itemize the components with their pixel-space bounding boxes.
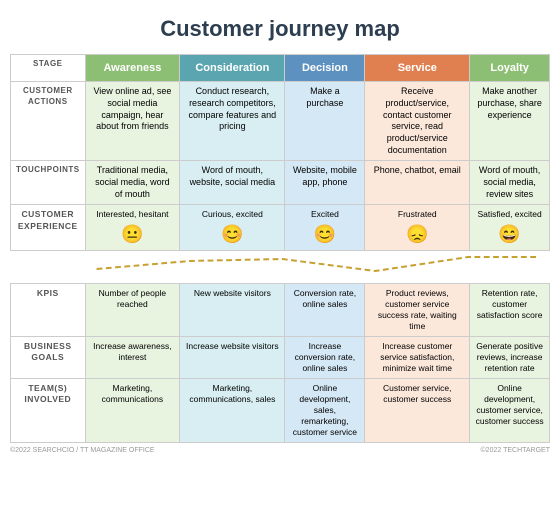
kpi-loyalty: Retention rate, customer satisfaction sc… xyxy=(470,283,550,336)
goal-decision: Increase conversion rate, online sales xyxy=(285,336,365,378)
journey-path-svg xyxy=(85,251,549,279)
touch-decision: Website, mobile app, phone xyxy=(285,161,365,205)
touch-service: Phone, chatbot, email xyxy=(365,161,470,205)
smile-neutral-icon: 😐 xyxy=(121,223,143,246)
teams-row: TEAM(S) INVOLVED Marketing, communicatio… xyxy=(11,378,550,442)
team-loyalty: Online development, customer service, cu… xyxy=(470,378,550,442)
page-container: Customer journey map STAGE Awareness Con… xyxy=(10,16,550,454)
actions-service: Receive product/service, contact custome… xyxy=(365,82,470,161)
actions-awareness: View online ad, see social media campaig… xyxy=(85,82,180,161)
exp-consideration-text: Curious, excited xyxy=(202,209,263,220)
stage-label-header: STAGE xyxy=(11,55,86,82)
actions-decision: Make a purchase xyxy=(285,82,365,161)
actions-loyalty: Make another purchase, share experience xyxy=(470,82,550,161)
exp-awareness: Interested, hesitant 😐 xyxy=(85,205,180,250)
goals-row: BUSINESS GOALS Increase awareness, inter… xyxy=(11,336,550,378)
touch-loyalty: Word of mouth, social media, review site… xyxy=(470,161,550,205)
team-service: Customer service, customer success xyxy=(365,378,470,442)
kpi-service: Product reviews, customer service succes… xyxy=(365,283,470,336)
journey-line-empty xyxy=(11,250,86,283)
goal-awareness: Increase awareness, interest xyxy=(85,336,180,378)
team-awareness: Marketing, communications xyxy=(85,378,180,442)
exp-consideration: Curious, excited 😊 xyxy=(180,205,285,250)
exp-loyalty-text: Satisfied, excited xyxy=(477,209,541,220)
experience-label: CUSTOMER EXPERIENCE xyxy=(11,205,86,250)
journey-line-row xyxy=(11,250,550,283)
teams-label: TEAM(S) INVOLVED xyxy=(11,378,86,442)
team-decision: Online development, sales, remarketing, … xyxy=(285,378,365,442)
touch-consideration: Word of mouth, website, social media xyxy=(180,161,285,205)
exp-service: Frustrated 😞 xyxy=(365,205,470,250)
exp-loyalty-content: Satisfied, excited 😄 xyxy=(475,209,544,245)
loyalty-header: Loyalty xyxy=(470,55,550,82)
exp-decision: Excited 😊 xyxy=(285,205,365,250)
journey-line-cell xyxy=(85,250,549,283)
consideration-header: Consideration xyxy=(180,55,285,82)
footer-right: ©2022 TECHTARGET xyxy=(481,447,550,454)
kpis-label: KPIS xyxy=(11,283,86,336)
page-title: Customer journey map xyxy=(10,16,550,42)
exp-decision-text: Excited xyxy=(311,209,339,220)
kpis-row: KPIS Number of people reached New websit… xyxy=(11,283,550,336)
exp-consideration-content: Curious, excited 😊 xyxy=(185,209,279,245)
service-header: Service xyxy=(365,55,470,82)
exp-service-text: Frustrated xyxy=(398,209,437,220)
goal-service: Increase customer service satisfaction, … xyxy=(365,336,470,378)
goal-consideration: Increase website visitors xyxy=(180,336,285,378)
table-wrapper: STAGE Awareness Consideration Decision S… xyxy=(10,54,550,443)
touch-awareness: Traditional media, social media, word of… xyxy=(85,161,180,205)
exp-service-content: Frustrated 😞 xyxy=(370,209,464,245)
smile-decision-icon: 😊 xyxy=(314,223,336,246)
team-consideration: Marketing, communications, sales xyxy=(180,378,285,442)
exp-loyalty: Satisfied, excited 😄 xyxy=(470,205,550,250)
smile-sad-icon: 😞 xyxy=(406,223,428,246)
exp-decision-content: Excited 😊 xyxy=(290,209,359,245)
touchpoints-label: TOUCHPOINTS xyxy=(11,161,86,205)
kpi-consideration: New website visitors xyxy=(180,283,285,336)
footer: ©2022 SEARCHCIO / TT MAGAZINE OFFICE ©20… xyxy=(10,447,550,454)
experience-row: CUSTOMER EXPERIENCE Interested, hesitant… xyxy=(11,205,550,250)
kpi-decision: Conversion rate, online sales xyxy=(285,283,365,336)
awareness-header: Awareness xyxy=(85,55,180,82)
smile-happy-icon: 😊 xyxy=(221,223,243,246)
actions-consideration: Conduct research, research competitors, … xyxy=(180,82,285,161)
customer-actions-label: CUSTOMER ACTIONS xyxy=(11,82,86,161)
smile-very-happy-icon: 😄 xyxy=(498,223,520,246)
exp-awareness-content: Interested, hesitant 😐 xyxy=(91,209,175,245)
kpi-awareness: Number of people reached xyxy=(85,283,180,336)
goals-label: BUSINESS GOALS xyxy=(11,336,86,378)
touchpoints-row: TOUCHPOINTS Traditional media, social me… xyxy=(11,161,550,205)
journey-map-table: STAGE Awareness Consideration Decision S… xyxy=(10,54,550,443)
exp-awareness-text: Interested, hesitant xyxy=(96,209,168,220)
decision-header: Decision xyxy=(285,55,365,82)
footer-left: ©2022 SEARCHCIO / TT MAGAZINE OFFICE xyxy=(10,447,155,454)
goal-loyalty: Generate positive reviews, increase rete… xyxy=(470,336,550,378)
customer-actions-row: CUSTOMER ACTIONS View online ad, see soc… xyxy=(11,82,550,161)
